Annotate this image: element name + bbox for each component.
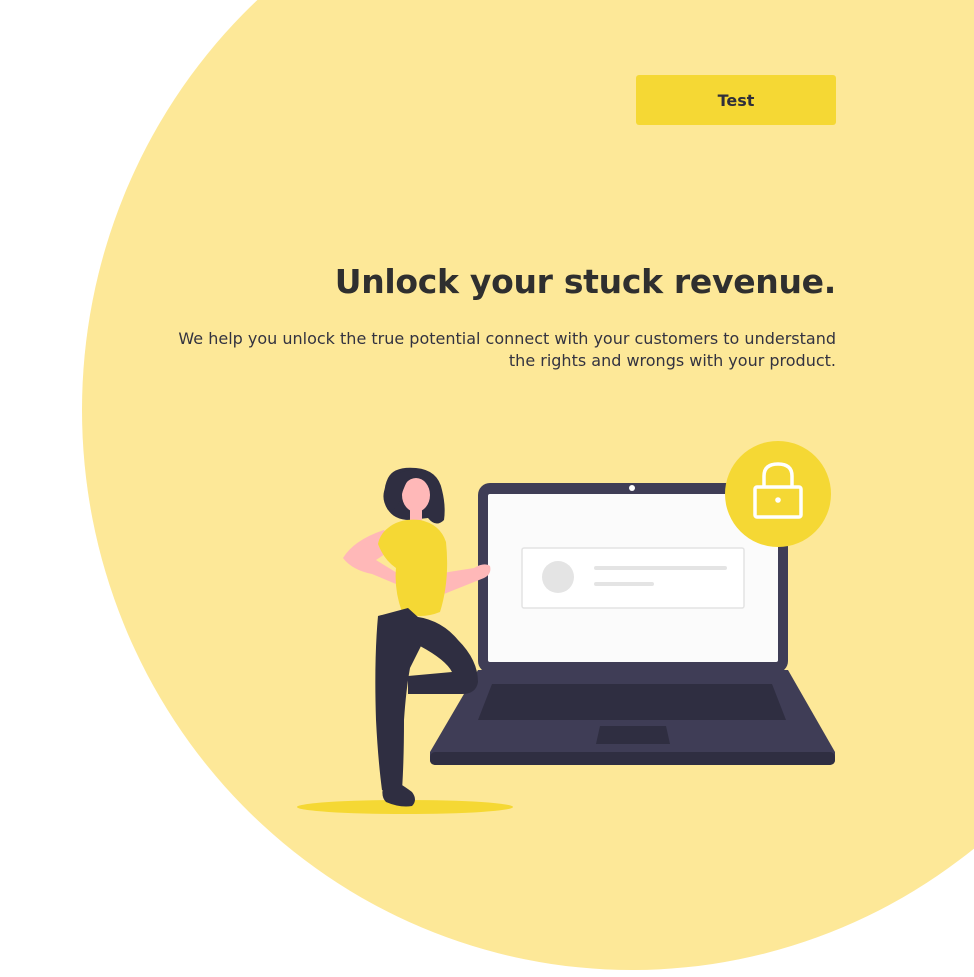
hero-description: We help you unlock the true potential co… (178, 329, 836, 370)
laptop-base-edge (430, 752, 835, 765)
avatar-placeholder-icon (542, 561, 574, 593)
laptop-keyboard (478, 684, 786, 720)
hero-illustration (297, 441, 835, 814)
lock-badge (725, 441, 831, 547)
laptop-trackpad (596, 726, 670, 744)
screen-card-line-long (594, 566, 727, 570)
screen-card-line-short (594, 582, 654, 586)
test-button[interactable]: Test (636, 75, 836, 125)
page-title: Unlock your stuck revenue. (334, 262, 837, 301)
landing-page: Test Unlock your stuck revenue. We help … (0, 0, 974, 977)
laptop-camera (629, 485, 635, 491)
